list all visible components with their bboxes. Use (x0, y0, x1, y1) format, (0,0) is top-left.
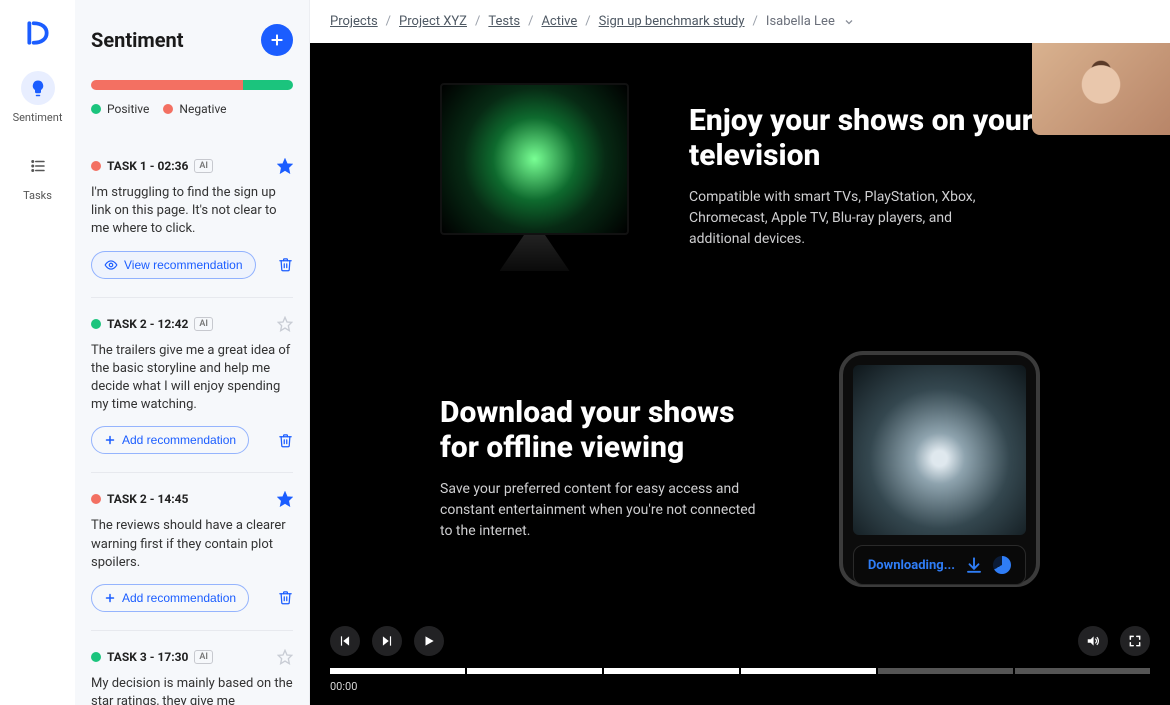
sentiment-dot-icon (91, 494, 101, 504)
section-heading: Enjoy your shows on your television (689, 104, 1040, 173)
sentiment-sidebar: Sentiment Positive Negative TASK 1 - 02:… (75, 0, 310, 705)
view-recommendation-button[interactable]: View recommendation (91, 251, 256, 279)
crumb-projects[interactable]: Projects (330, 14, 378, 29)
legend-positive: Positive (91, 102, 149, 116)
content-section-phone: Download your shows for offline viewing … (310, 311, 1170, 627)
sentiment-bar (91, 80, 293, 90)
star-button[interactable] (277, 158, 293, 174)
crumb-projectxyz[interactable]: Project XYZ (399, 14, 467, 29)
add-recommendation-button[interactable]: Add recommendation (91, 426, 249, 454)
fullscreen-button[interactable] (1120, 626, 1150, 656)
task-card: TASK 2 - 12:42 AI The trailers give me a… (91, 297, 293, 473)
delete-button[interactable] (278, 590, 293, 605)
crumb-study[interactable]: Sign up benchmark study (599, 14, 745, 29)
sentiment-bar-positive (243, 80, 294, 90)
participant-webcam (1032, 43, 1170, 135)
crumb-current: Isabella Lee (766, 14, 835, 29)
rail-item-tasks[interactable]: Tasks (21, 149, 55, 202)
section-body: Compatible with smart TVs, PlayStation, … (689, 187, 1009, 250)
rail-item-sentiment[interactable]: Sentiment (13, 71, 63, 124)
delete-button[interactable] (278, 433, 293, 448)
legend: Positive Negative (91, 102, 293, 116)
crumb-tests[interactable]: Tests (488, 14, 520, 29)
star-button[interactable] (277, 491, 293, 507)
task-title: TASK 3 - 17:30 (107, 650, 188, 664)
ai-badge: AI (194, 650, 213, 664)
add-button[interactable] (261, 24, 293, 56)
dot-icon (163, 104, 173, 114)
tv-graphic (440, 83, 629, 271)
add-recommendation-button[interactable]: Add recommendation (91, 584, 249, 612)
recommendation-label: View recommendation (124, 258, 243, 272)
volume-button[interactable] (1078, 626, 1108, 656)
task-card: TASK 3 - 17:30 AI My decision is mainly … (91, 630, 293, 705)
task-card: TASK 2 - 14:45 The reviews should have a… (91, 472, 293, 630)
task-body: My decision is mainly based on the star … (91, 675, 293, 705)
legend-label: Positive (107, 102, 149, 116)
task-body: The trailers give me a great idea of the… (91, 342, 293, 415)
rail-item-label: Sentiment (13, 111, 63, 124)
section-body: Save your preferred content for easy acc… (440, 479, 760, 542)
skip-back-button[interactable] (330, 626, 360, 656)
star-button[interactable] (277, 649, 293, 665)
task-title: TASK 1 - 02:36 (107, 159, 188, 173)
phone-graphic: Downloading... (839, 351, 1040, 587)
download-icon (965, 556, 983, 574)
download-label: Downloading... (868, 558, 955, 573)
ai-badge: AI (194, 159, 213, 173)
recommendation-label: Add recommendation (122, 433, 236, 447)
download-bar: Downloading... (853, 545, 1026, 585)
ai-badge: AI (194, 317, 213, 331)
task-body: I'm struggling to find the sign up link … (91, 184, 293, 239)
eye-icon (104, 258, 118, 272)
plus-icon (104, 592, 116, 604)
lightbulb-icon (21, 71, 55, 105)
sentiment-dot-icon (91, 161, 101, 171)
task-title: TASK 2 - 14:45 (107, 492, 188, 506)
main-content: Projects/ Project XYZ/ Tests/ Active/ Si… (310, 0, 1170, 705)
progress-pie-icon (993, 556, 1011, 574)
left-rail: Sentiment Tasks (0, 0, 75, 705)
task-title: TASK 2 - 12:42 (107, 317, 188, 331)
chevron-down-icon[interactable] (843, 16, 855, 28)
section-heading: Download your shows for offline viewing (440, 396, 779, 465)
sidebar-title: Sentiment (91, 28, 184, 52)
legend-negative: Negative (163, 102, 226, 116)
list-icon (21, 149, 55, 183)
skip-forward-button[interactable] (372, 626, 402, 656)
plus-icon (104, 434, 116, 446)
delete-button[interactable] (278, 257, 293, 272)
rail-item-label: Tasks (23, 189, 52, 202)
video-area: Enjoy your shows on your television Comp… (310, 43, 1170, 705)
timecode: 00:00 (330, 680, 1150, 693)
sentiment-dot-icon (91, 652, 101, 662)
task-card: TASK 1 - 02:36 AI I'm struggling to find… (91, 140, 293, 297)
breadcrumb: Projects/ Project XYZ/ Tests/ Active/ Si… (310, 0, 1170, 43)
recommendation-label: Add recommendation (122, 591, 236, 605)
legend-label: Negative (179, 102, 226, 116)
sentiment-bar-negative (91, 80, 243, 90)
play-button[interactable] (414, 626, 444, 656)
video-controls: 00:00 (310, 612, 1170, 705)
timeline[interactable] (330, 668, 1150, 674)
task-body: The reviews should have a clearer warnin… (91, 517, 293, 572)
sentiment-dot-icon (91, 319, 101, 329)
crumb-active[interactable]: Active (541, 14, 577, 29)
star-button[interactable] (277, 316, 293, 332)
app-logo (25, 20, 51, 46)
dot-icon (91, 104, 101, 114)
